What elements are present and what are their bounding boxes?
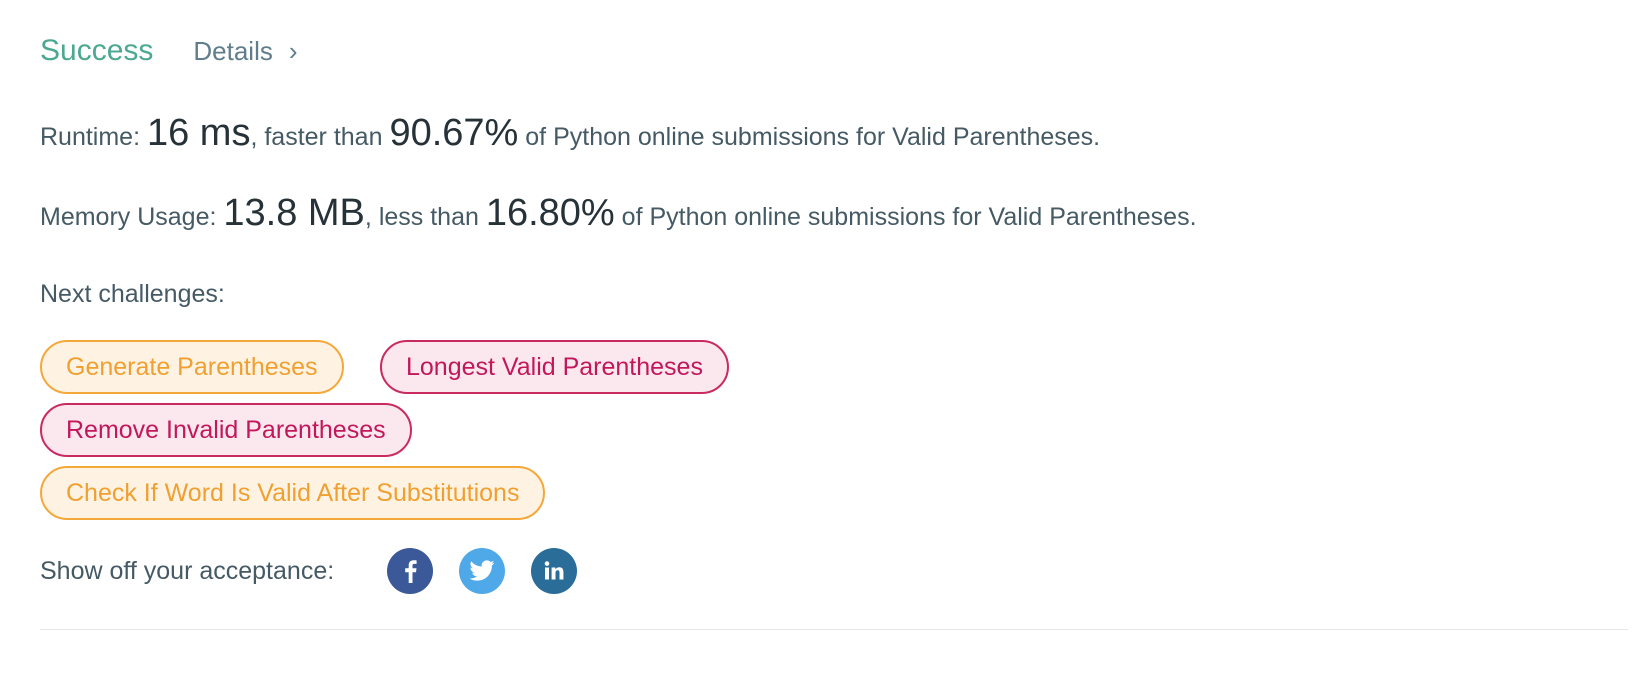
memory-suffix: of Python online submissions for Valid P… <box>614 203 1197 231</box>
result-header: Success Details › <box>40 34 298 68</box>
challenge-chip-check-word-valid[interactable]: Check If Word Is Valid After Substitutio… <box>40 466 546 520</box>
challenge-chip-remove-invalid-parentheses[interactable]: Remove Invalid Parentheses <box>40 403 412 457</box>
memory-mid: , less than <box>364 203 486 231</box>
memory-percent: 16.80% <box>485 192 615 234</box>
memory-value: 13.8 MB <box>223 192 365 234</box>
memory-label: Memory Usage: <box>40 203 224 231</box>
details-label: Details <box>193 36 273 66</box>
linkedin-icon[interactable] <box>531 548 578 594</box>
runtime-stat: Runtime: 16 ms, faster than 90.67% of Py… <box>40 112 1100 155</box>
runtime-mid: , faster than <box>250 123 390 151</box>
memory-stat: Memory Usage: 13.8 MB, less than 16.80% … <box>40 192 1197 235</box>
details-link[interactable]: Details › <box>193 36 297 67</box>
chevron-right-icon: › <box>288 36 298 66</box>
next-challenges-label: Next challenges: <box>40 280 225 308</box>
facebook-icon[interactable] <box>387 548 434 594</box>
runtime-label: Runtime: <box>40 123 147 151</box>
divider <box>40 629 1628 630</box>
share-label: Show off your acceptance: <box>40 556 335 585</box>
share-row: Show off your acceptance: <box>40 548 578 594</box>
runtime-value: 16 ms <box>146 112 251 154</box>
twitter-icon[interactable] <box>459 548 506 594</box>
runtime-suffix: of Python online submissions for Valid P… <box>518 123 1101 151</box>
status-text: Success <box>40 34 154 67</box>
challenge-chip-longest-valid-parentheses[interactable]: Longest Valid Parentheses <box>380 340 729 394</box>
challenge-chip-generate-parentheses[interactable]: Generate Parentheses <box>40 340 344 394</box>
runtime-percent: 90.67% <box>389 112 519 154</box>
